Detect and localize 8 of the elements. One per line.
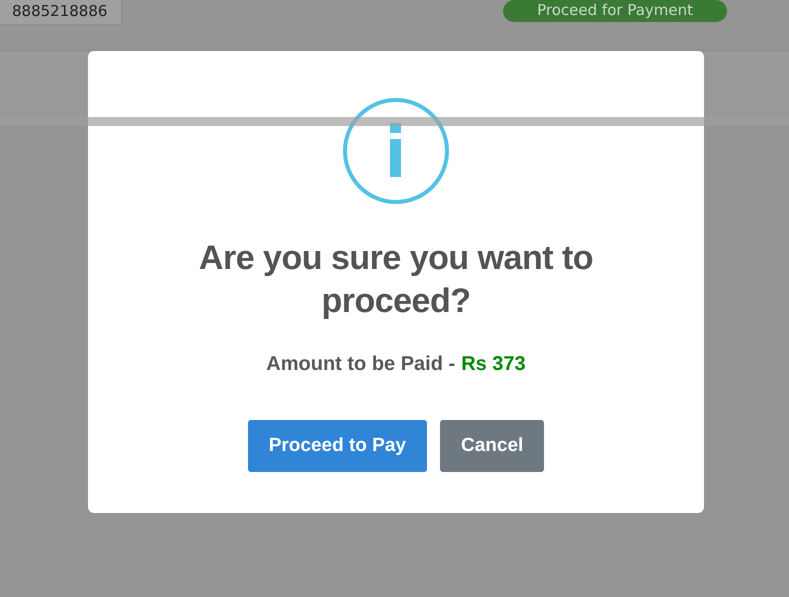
dialog-title: Are you sure you want to proceed? (198, 238, 594, 322)
amount-value: Rs 373 (461, 353, 526, 376)
info-icon (342, 97, 450, 205)
amount-label: Amount to be Paid - (266, 353, 456, 376)
phone-number: 8885218886 (0, 0, 122, 25)
proceed-button[interactable]: Proceed to Pay (248, 420, 427, 472)
cancel-button[interactable]: Cancel (440, 420, 544, 472)
payment-button[interactable]: Proceed for Payment (503, 0, 727, 22)
